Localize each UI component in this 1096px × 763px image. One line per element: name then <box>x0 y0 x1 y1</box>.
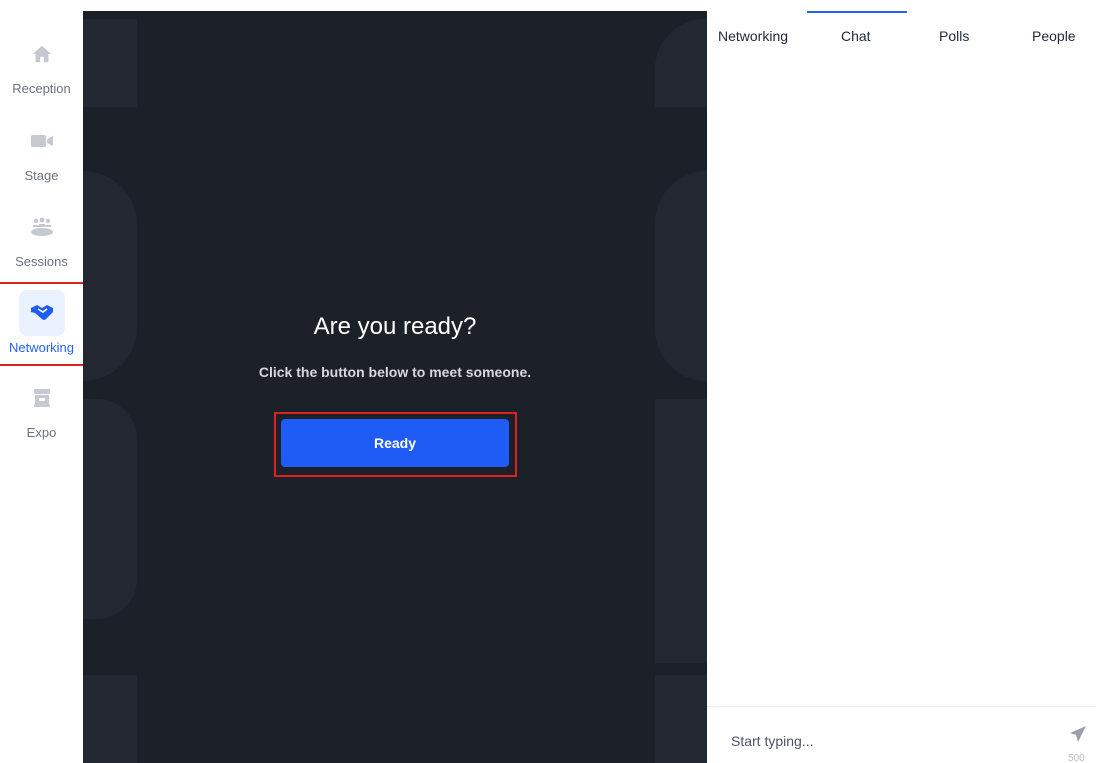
char-limit: 500 <box>1068 753 1085 763</box>
sidebar-item-expo[interactable]: Expo <box>0 375 83 440</box>
booth-icon <box>19 375 65 421</box>
active-tab-indicator <box>807 11 907 13</box>
sidebar-nav: Reception Stage Sessions Networking Expo <box>0 0 85 763</box>
send-icon[interactable] <box>1069 725 1089 745</box>
sidebar-item-networking[interactable]: Networking <box>0 282 85 366</box>
tab-networking[interactable]: Networking <box>718 28 788 44</box>
handshake-icon <box>18 290 65 336</box>
sidebar-item-stage[interactable]: Stage <box>0 118 83 183</box>
sidebar-item-label: Sessions <box>15 254 68 269</box>
ready-button[interactable]: Ready <box>281 419 509 467</box>
video-camera-icon <box>19 118 65 164</box>
tab-polls[interactable]: Polls <box>939 28 969 44</box>
group-icon <box>19 204 65 250</box>
home-icon <box>19 31 65 77</box>
ready-title: Are you ready? <box>313 313 477 340</box>
sidebar-item-label: Networking <box>8 340 75 355</box>
tab-people[interactable]: People <box>1032 28 1076 44</box>
ready-prompt: Are you ready? Click the button below to… <box>83 11 707 763</box>
sidebar-item-sessions[interactable]: Sessions <box>0 204 83 269</box>
tab-chat[interactable]: Chat <box>841 28 871 44</box>
ready-subtitle: Click the button below to meet someone. <box>258 364 532 380</box>
networking-stage: Are you ready? Click the button below to… <box>83 11 707 763</box>
sidebar-item-label: Expo <box>26 425 57 440</box>
chat-input[interactable] <box>731 733 1031 749</box>
chat-composer: 500 <box>707 706 1096 763</box>
side-panel: Networking Chat Polls People 500 <box>707 0 1096 763</box>
sidebar-item-reception[interactable]: Reception <box>0 31 83 96</box>
sidebar-item-label: Reception <box>12 81 71 96</box>
sidebar-item-label: Stage <box>24 168 59 183</box>
